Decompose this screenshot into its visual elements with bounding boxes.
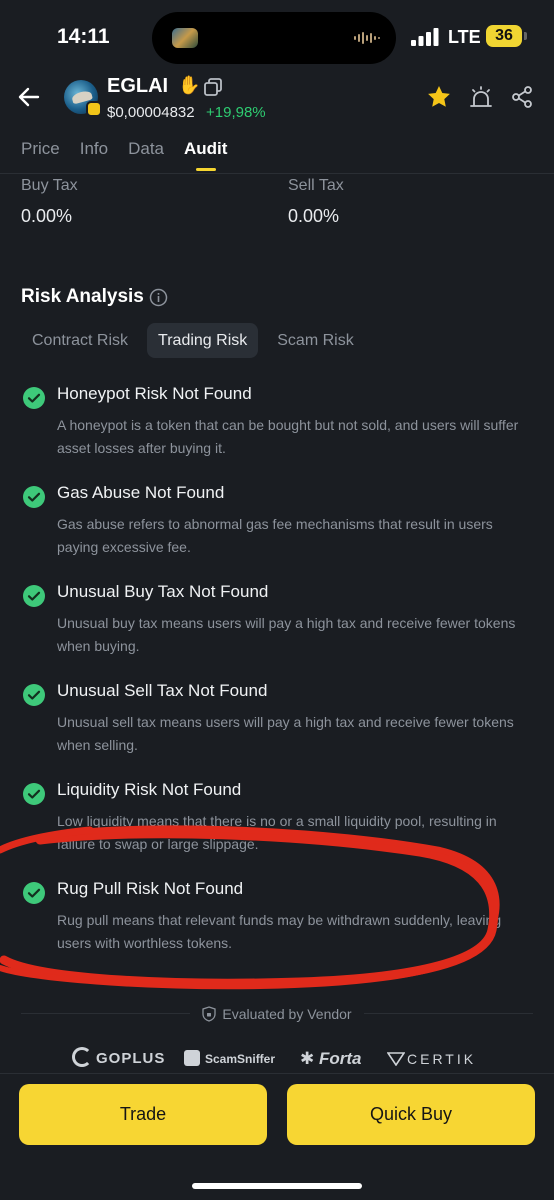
status-time: 14:11	[57, 25, 110, 48]
sell-tax-label: Sell Tax	[288, 177, 344, 194]
forta-logo-text: Forta	[318, 1049, 362, 1068]
risk-item-description: Unusual sell tax means users will pay a …	[57, 714, 514, 753]
price-change: +19,98%	[206, 104, 266, 121]
risk-tabs: Contract Risk Trading Risk Scam Risk	[21, 323, 365, 358]
trade-button[interactable]: Trade	[19, 1084, 267, 1145]
tab-info[interactable]: Info	[80, 139, 108, 173]
hand-wave-icon: ✋	[178, 75, 201, 95]
risk-item-title: Liquidity Risk Not Found	[57, 780, 242, 799]
buy-tax-value: 0.00%	[21, 206, 73, 226]
detail-tabs: Price Info Data Audit	[21, 139, 247, 173]
shield-lock-icon	[202, 1006, 217, 1022]
risk-item-description: Unusual buy tax means users will pay a h…	[57, 615, 516, 654]
vendor-label-wrap: Evaluated by Vendor	[190, 1006, 364, 1022]
risk-item-description: Gas abuse refers to abnormal gas fee mec…	[57, 516, 493, 555]
network-type: LTE	[448, 27, 481, 47]
chain-badge-icon	[86, 101, 102, 117]
audio-wave-icon	[354, 32, 380, 44]
sell-tax-value: 0.00%	[288, 206, 340, 226]
token-price: $0,00004832	[107, 104, 195, 121]
check-circle-icon	[23, 684, 45, 706]
quick-buy-button[interactable]: Quick Buy	[287, 1084, 535, 1145]
battery-nub	[524, 32, 527, 40]
status-bar: 14:11 LTE 36	[0, 0, 554, 75]
tab-audit[interactable]: Audit	[184, 139, 227, 173]
now-playing-thumbnail	[172, 28, 198, 48]
copy-icon[interactable]	[203, 77, 223, 97]
favorite-star-icon[interactable]	[426, 84, 452, 110]
risk-item-title: Unusual Sell Tax Not Found	[57, 681, 268, 700]
vendor-label: Evaluated by Vendor	[222, 1006, 352, 1022]
tab-data[interactable]: Data	[128, 139, 164, 173]
risk-item-title: Unusual Buy Tax Not Found	[57, 582, 269, 601]
back-arrow-icon[interactable]	[16, 84, 42, 110]
price-alert-icon[interactable]	[468, 84, 494, 110]
tab-price[interactable]: Price	[21, 139, 60, 173]
tabs-divider	[0, 173, 554, 174]
home-indicator[interactable]	[192, 1183, 362, 1189]
tab-contract-risk[interactable]: Contract Risk	[21, 323, 139, 358]
certik-logo: CERTIK	[386, 1046, 477, 1072]
check-circle-icon	[23, 387, 45, 409]
certik-logo-mark	[386, 1052, 406, 1067]
tab-scam-risk[interactable]: Scam Risk	[266, 323, 364, 358]
goplus-logo: GOPLUS	[72, 1046, 165, 1072]
risk-item-description: A honeypot is a token that can be bought…	[57, 417, 519, 456]
check-circle-icon	[23, 882, 45, 904]
token-name: EGLAI	[107, 75, 169, 97]
scamsniffer-logo: ScamSniffer	[184, 1046, 275, 1072]
share-icon[interactable]	[509, 84, 535, 110]
certik-logo-text: CERTIK	[407, 1051, 477, 1067]
check-circle-icon	[23, 486, 45, 508]
cellular-signal-icon	[411, 28, 439, 46]
vendor-logos: GOPLUS ScamSniffer ✱ Forta CERTIK	[0, 1046, 554, 1072]
risk-item-title: Rug Pull Risk Not Found	[57, 879, 244, 898]
buy-tax-label: Buy Tax	[21, 177, 78, 194]
vendor-row: Evaluated by Vendor	[0, 1006, 554, 1024]
risk-item-description: Low liquidity means that there is no or …	[57, 813, 497, 852]
tab-trading-risk[interactable]: Trading Risk	[147, 323, 259, 358]
scamsniffer-logo-text: ScamSniffer	[205, 1052, 276, 1066]
risk-analysis-title: Risk Analysis	[21, 286, 144, 307]
risk-item-title: Gas Abuse Not Found	[57, 483, 225, 502]
check-circle-icon	[23, 585, 45, 607]
forta-logo: ✱ Forta	[300, 1049, 362, 1068]
dynamic-island[interactable]	[152, 12, 396, 64]
info-icon[interactable]	[149, 288, 168, 307]
battery-indicator: 36	[486, 25, 522, 47]
risk-item-title: Honeypot Risk Not Found	[57, 384, 252, 403]
risk-item-description: Rug pull means that relevant funds may b…	[57, 912, 502, 951]
goplus-logo-text: GOPLUS	[96, 1050, 166, 1067]
check-circle-icon	[23, 783, 45, 805]
